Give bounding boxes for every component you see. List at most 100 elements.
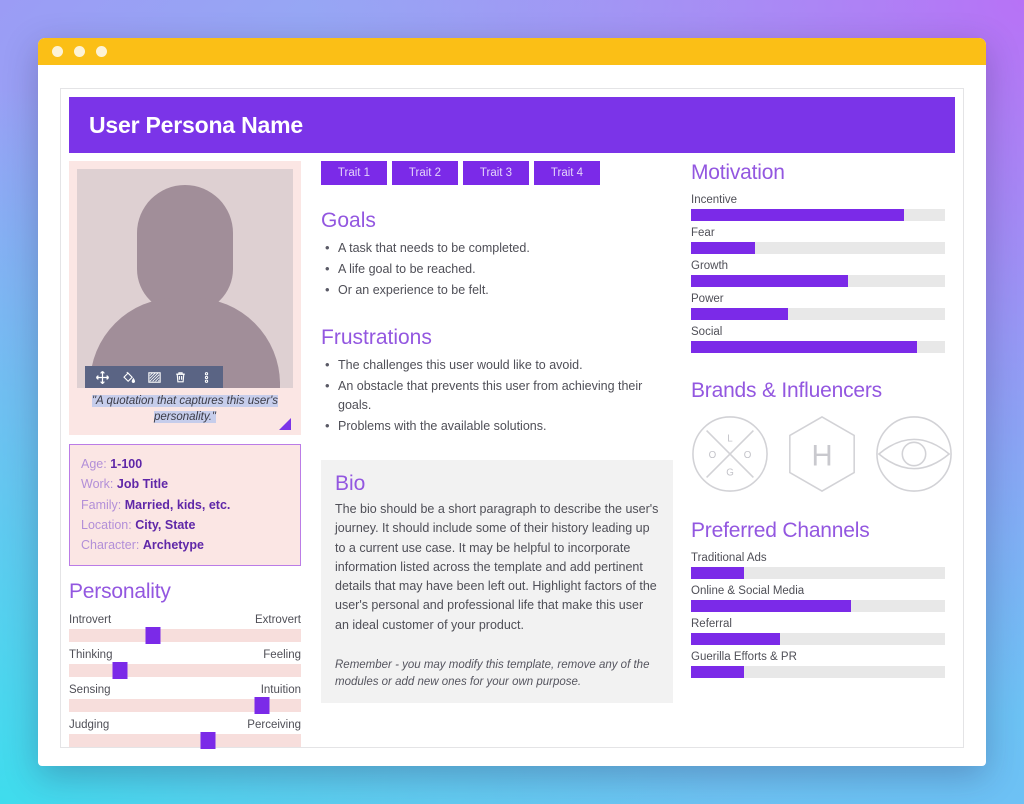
goals-section: Goals A task that needs to be completed.… bbox=[321, 209, 673, 300]
circle-x-logo-icon[interactable]: L O O G bbox=[691, 415, 769, 493]
info-row: Location: City, State bbox=[81, 515, 289, 535]
slider-left-label: Sensing bbox=[69, 684, 111, 697]
bar-label: Online & Social Media bbox=[691, 585, 805, 597]
info-value: Job Title bbox=[116, 477, 169, 492]
info-value: City, State bbox=[135, 517, 196, 532]
personality-slider[interactable]: Sensing Intuition bbox=[69, 684, 301, 715]
channel-bar: Referral bbox=[691, 618, 945, 645]
photo-block: "A quotation that captures this user's p… bbox=[69, 161, 301, 436]
avatar-head-icon bbox=[137, 185, 233, 313]
bar-track bbox=[691, 209, 945, 221]
channels-title: Preferred Channels bbox=[691, 519, 870, 542]
trait-chip-2[interactable]: Trait 2 bbox=[392, 161, 458, 185]
info-label: Location: bbox=[81, 517, 132, 532]
trait-chip-row: Trait 1 Trait 2 Trait 3 Trait 4 bbox=[321, 161, 673, 185]
slider-right-label: Extrovert bbox=[254, 614, 301, 627]
browser-titlebar bbox=[38, 38, 986, 65]
bar-track bbox=[691, 275, 945, 287]
bar-label: Traditional Ads bbox=[691, 552, 767, 564]
bar-fill bbox=[691, 633, 780, 645]
persona-quote[interactable]: "A quotation that captures this user's p… bbox=[77, 393, 293, 431]
slider-knob[interactable] bbox=[112, 662, 128, 680]
info-label: Work: bbox=[81, 477, 114, 492]
bar-label: Social bbox=[691, 326, 723, 338]
brands-title: Brands & Influencers bbox=[691, 379, 882, 402]
goals-title: Goals bbox=[321, 209, 376, 232]
paint-bucket-icon[interactable] bbox=[116, 366, 140, 388]
persona-info-box: Age: 1-100 Work: Job Title Family: Marri… bbox=[69, 444, 301, 567]
more-options-icon[interactable] bbox=[194, 366, 218, 388]
slider-left-label: Introvert bbox=[69, 614, 112, 627]
frustrations-list: The challenges this user would like to a… bbox=[321, 355, 673, 436]
slider-knob[interactable] bbox=[200, 732, 216, 750]
move-icon[interactable] bbox=[90, 366, 114, 388]
bar-track bbox=[691, 633, 945, 645]
svg-text:H: H bbox=[811, 441, 832, 473]
center-column: Trait 1 Trait 2 Trait 3 Trait 4 Goals A … bbox=[301, 161, 673, 747]
eye-circle-logo-icon[interactable] bbox=[875, 415, 953, 493]
personality-slider[interactable]: Introvert Extrovert bbox=[69, 614, 301, 645]
persona-photo[interactable] bbox=[77, 169, 293, 388]
bar-fill bbox=[691, 308, 788, 320]
info-row: Work: Job Title bbox=[81, 474, 289, 494]
motivation-bar: Fear bbox=[691, 227, 945, 254]
svg-text:L: L bbox=[727, 433, 733, 444]
motivation-title: Motivation bbox=[691, 161, 785, 184]
window-dot-maximize[interactable] bbox=[96, 46, 107, 57]
bio-title: Bio bbox=[335, 472, 366, 495]
bar-fill bbox=[691, 209, 905, 221]
resize-handle-icon[interactable] bbox=[279, 418, 291, 431]
bar-fill bbox=[691, 666, 745, 678]
channel-bar: Online & Social Media bbox=[691, 585, 945, 612]
bar-label: Referral bbox=[691, 618, 732, 630]
slider-right-label: Perceiving bbox=[247, 719, 301, 732]
browser-window: User Persona Name "A quotation that capt… bbox=[38, 38, 986, 766]
svg-text:O: O bbox=[709, 450, 717, 461]
left-column: "A quotation that captures this user's p… bbox=[69, 161, 301, 750]
personality-slider[interactable]: Thinking Feeling bbox=[69, 649, 301, 680]
bar-label: Fear bbox=[691, 227, 715, 239]
trait-chip-3[interactable]: Trait 3 bbox=[463, 161, 529, 185]
personality-slider[interactable]: Judging Perceiving bbox=[69, 719, 301, 750]
bar-track bbox=[691, 308, 945, 320]
list-item: A life goal to be reached. bbox=[321, 259, 673, 279]
bar-track bbox=[691, 666, 945, 678]
pattern-fill-icon[interactable] bbox=[142, 366, 166, 388]
right-column: Motivation Incentive Fear Growth Power S… bbox=[673, 161, 952, 747]
bio-text: The bio should be a short paragraph to d… bbox=[335, 502, 659, 632]
info-value: Married, kids, etc. bbox=[124, 497, 231, 512]
goals-list: A task that needs to be completed. A lif… bbox=[321, 238, 673, 300]
motivation-bar: Social bbox=[691, 326, 945, 353]
bar-track bbox=[691, 242, 945, 254]
hexagon-h-logo-icon[interactable]: H bbox=[783, 415, 861, 493]
window-dot-close[interactable] bbox=[52, 46, 63, 57]
info-label: Character: bbox=[81, 538, 140, 553]
frustrations-title: Frustrations bbox=[321, 326, 432, 349]
slider-track[interactable] bbox=[69, 627, 301, 645]
trait-chip-1[interactable]: Trait 1 bbox=[321, 161, 387, 185]
trash-icon[interactable] bbox=[168, 366, 192, 388]
slider-knob[interactable] bbox=[145, 627, 161, 645]
bar-label: Guerilla Efforts & PR bbox=[691, 651, 797, 663]
slider-track[interactable] bbox=[69, 697, 301, 715]
slider-right-label: Intuition bbox=[260, 684, 301, 697]
trait-chip-4[interactable]: Trait 4 bbox=[534, 161, 600, 185]
bar-label: Growth bbox=[691, 260, 729, 272]
channel-bar: Guerilla Efforts & PR bbox=[691, 651, 945, 678]
bar-fill bbox=[691, 275, 849, 287]
info-row: Age: 1-100 bbox=[81, 454, 289, 474]
window-dot-minimize[interactable] bbox=[74, 46, 85, 57]
bar-label: Incentive bbox=[691, 194, 738, 206]
slider-left-label: Thinking bbox=[69, 649, 113, 662]
list-item: Or an experience to be felt. bbox=[321, 280, 673, 300]
personality-title: Personality bbox=[69, 580, 171, 604]
bio-note: Remember - you may modify this template,… bbox=[335, 658, 650, 688]
slider-knob[interactable] bbox=[254, 697, 270, 715]
slider-track[interactable] bbox=[69, 662, 301, 680]
info-row: Character: Archetype bbox=[81, 535, 289, 555]
image-edit-toolbar[interactable] bbox=[85, 366, 223, 388]
list-item: The challenges this user would like to a… bbox=[321, 355, 673, 375]
slider-track[interactable] bbox=[69, 732, 301, 750]
channel-bar: Traditional Ads bbox=[691, 552, 945, 579]
svg-text:O: O bbox=[744, 450, 752, 461]
